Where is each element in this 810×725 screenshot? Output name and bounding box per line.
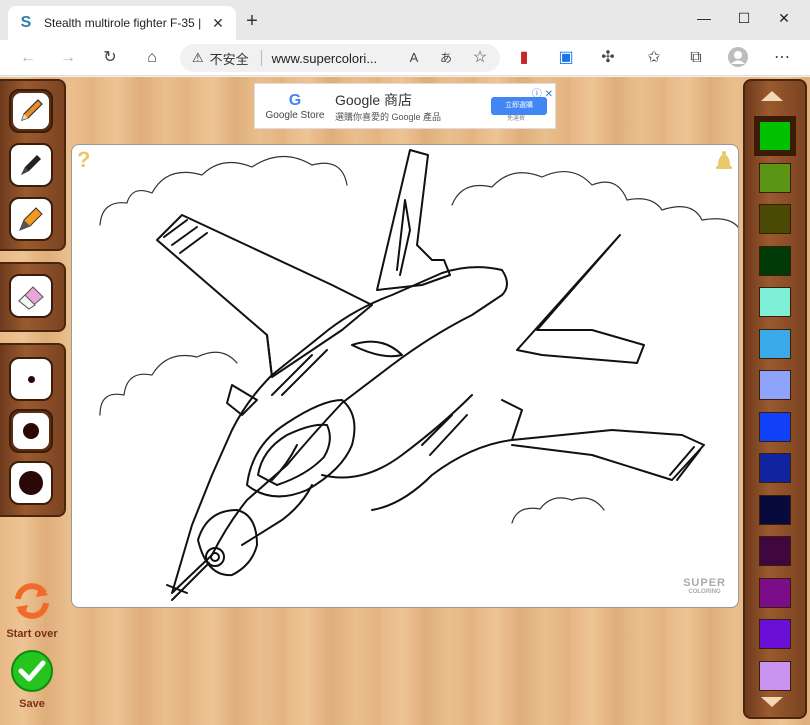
close-tab-icon[interactable]: ✕	[210, 15, 226, 32]
address-divider	[260, 50, 262, 66]
tab-strip: S Stealth multirole fighter F-35 | Su ✕ …	[0, 0, 810, 40]
checkmark-icon	[11, 650, 53, 692]
sound-toggle-icon[interactable]	[715, 150, 733, 172]
color-swatch[interactable]	[759, 204, 791, 234]
color-swatch[interactable]	[759, 287, 791, 317]
color-swatch[interactable]	[759, 660, 791, 691]
pencil-icon	[21, 99, 43, 121]
save-label: Save	[19, 698, 45, 710]
new-tab-button[interactable]: +	[242, 9, 262, 33]
warning-icon: ⚠	[192, 50, 204, 65]
home-icon[interactable]: ⌂	[140, 46, 164, 70]
color-swatch[interactable]	[759, 536, 791, 566]
profile-avatar[interactable]	[726, 46, 750, 70]
brush-size-large-button[interactable]	[9, 461, 53, 505]
tab-title: Stealth multirole fighter F-35 | Su	[44, 16, 204, 30]
small-dot-icon	[27, 375, 35, 383]
close-window-icon[interactable]: ✕	[774, 8, 794, 28]
favorites-icon[interactable]: ✩	[642, 46, 666, 70]
coloring-page: G Google Store Google 商店 選購你喜愛的 Google 產…	[0, 77, 810, 725]
large-dot-icon	[19, 471, 43, 495]
palette-scroll-up-icon[interactable]	[761, 91, 783, 101]
ad-note: 免運費	[506, 116, 525, 122]
start-over-button[interactable]: Start over	[4, 579, 60, 640]
marker-icon	[21, 155, 41, 175]
eraser-panel	[0, 262, 66, 332]
drawing-canvas[interactable]: SUPER COLORING	[71, 144, 739, 608]
back-icon[interactable]: ←	[16, 46, 40, 70]
save-button[interactable]: Save	[4, 649, 60, 710]
color-swatch[interactable]	[759, 245, 791, 276]
ad-close-icon[interactable]: ⓘ ✕	[532, 85, 553, 100]
help-button[interactable]: ?	[77, 147, 90, 173]
watermark-line-2: COLORING	[688, 589, 721, 595]
site-watermark-logo: SUPER COLORING	[683, 577, 726, 595]
favorite-add-icon[interactable]: ☆	[468, 46, 492, 70]
google-store-logo: G Google Store	[255, 92, 335, 121]
browser-tab[interactable]: S Stealth multirole fighter F-35 | Su ✕	[8, 6, 236, 40]
color-swatch[interactable]	[759, 577, 791, 608]
minimize-icon[interactable]: —	[694, 8, 714, 28]
color-swatch[interactable]	[759, 494, 791, 525]
f35-jet-line-art	[99, 149, 738, 601]
color-palette	[743, 79, 807, 719]
extension-translate-icon[interactable]: ▣	[554, 46, 578, 70]
extensions-icon[interactable]: ✣	[596, 46, 620, 70]
color-swatch[interactable]	[759, 411, 791, 442]
watermark-line-1: SUPER	[683, 577, 726, 589]
color-swatch[interactable]	[754, 116, 796, 156]
color-swatch[interactable]	[759, 328, 791, 359]
collections-icon[interactable]: ⧉	[684, 46, 708, 70]
security-label: 不安全	[209, 51, 249, 67]
read-aloud-icon[interactable]: A	[402, 46, 426, 70]
ad-store-label: Google Store	[265, 109, 325, 121]
ad-headline: Google 商店	[335, 91, 413, 108]
eraser-icon	[18, 286, 44, 310]
translate-icon[interactable]: あ	[434, 46, 458, 70]
refresh-arrows-icon	[15, 583, 49, 619]
color-swatch[interactable]	[759, 453, 791, 483]
highlighter-tool-button[interactable]	[9, 197, 53, 241]
forward-icon[interactable]: →	[56, 46, 80, 70]
drawing-tools-panel	[0, 79, 66, 251]
refresh-icon[interactable]: ↻	[98, 46, 122, 70]
extension-book-icon[interactable]: ▮	[512, 46, 536, 70]
color-swatch[interactable]	[759, 370, 791, 400]
color-swatch[interactable]	[759, 619, 791, 649]
start-over-label: Start over	[6, 628, 58, 640]
ad-banner[interactable]: G Google Store Google 商店 選購你喜愛的 Google 產…	[254, 83, 556, 129]
url-text: www.supercolori...	[271, 50, 378, 66]
eraser-tool-button[interactable]	[9, 274, 53, 318]
brush-size-small-button[interactable]	[9, 357, 53, 401]
ad-subline: 選購你喜愛的 Google 產品	[335, 111, 442, 122]
highlighter-icon	[19, 207, 43, 231]
brush-size-medium-button[interactable]	[9, 409, 53, 453]
color-swatch[interactable]	[759, 162, 791, 193]
browser-toolbar: ← → ↻ ⌂ ⚠ 不安全 www.supercolori... A あ ☆ ▮…	[0, 40, 810, 76]
marker-tool-button[interactable]	[9, 143, 53, 187]
medium-dot-icon	[23, 423, 39, 439]
pencil-tool-button[interactable]	[9, 89, 53, 133]
palette-scroll-down-icon[interactable]	[761, 697, 783, 707]
more-menu-icon[interactable]: ⋯	[770, 46, 794, 70]
google-g-icon: G	[288, 91, 302, 109]
maximize-icon[interactable]: ☐	[734, 8, 754, 28]
site-favicon-icon: S	[20, 14, 32, 31]
brush-size-panel	[0, 343, 66, 517]
